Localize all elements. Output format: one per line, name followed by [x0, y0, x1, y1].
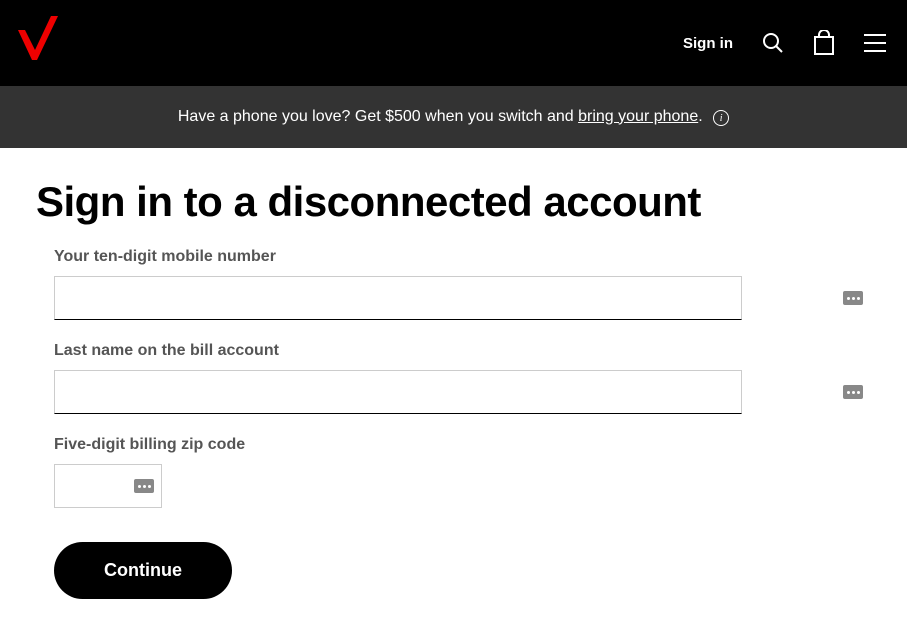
info-icon[interactable]: i: [713, 110, 729, 126]
header-right: Sign in: [683, 30, 887, 56]
zip-wrap: [54, 464, 162, 508]
zip-label: Five-digit billing zip code: [54, 436, 871, 454]
continue-button[interactable]: Continue: [54, 542, 232, 599]
promo-link[interactable]: bring your phone: [578, 108, 698, 125]
mobile-number-group: Your ten-digit mobile number: [36, 248, 871, 320]
page-title: Sign in to a disconnected account: [36, 178, 871, 226]
lastname-label: Last name on the bill account: [54, 342, 871, 360]
main-content: Sign in to a disconnected account Your t…: [0, 148, 907, 629]
autofill-icon[interactable]: [134, 479, 154, 493]
autofill-icon[interactable]: [843, 291, 863, 305]
promo-banner: Have a phone you love? Get $500 when you…: [0, 86, 907, 148]
promo-text: Have a phone you love? Get $500 when you…: [178, 108, 729, 127]
header: Sign in: [0, 0, 907, 86]
sign-in-link[interactable]: Sign in: [683, 35, 733, 52]
lastname-input[interactable]: [54, 370, 742, 414]
mobile-number-wrap: [54, 276, 871, 320]
autofill-icon[interactable]: [843, 385, 863, 399]
lastname-group: Last name on the bill account: [36, 342, 871, 414]
verizon-logo[interactable]: [10, 14, 58, 73]
menu-icon[interactable]: [863, 33, 887, 53]
zip-group: Five-digit billing zip code: [36, 436, 871, 508]
promo-prefix: Have a phone you love? Get $500 when you…: [178, 108, 578, 125]
mobile-number-input[interactable]: [54, 276, 742, 320]
lastname-wrap: [54, 370, 871, 414]
shopping-bag-icon[interactable]: [813, 30, 835, 56]
promo-suffix: .: [698, 108, 702, 125]
search-icon[interactable]: [761, 31, 785, 55]
mobile-number-label: Your ten-digit mobile number: [54, 248, 871, 266]
